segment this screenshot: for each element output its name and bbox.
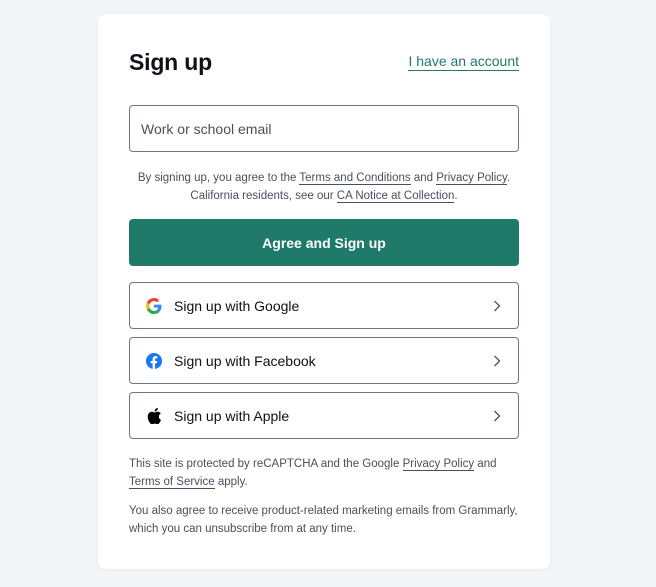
chevron-right-icon xyxy=(491,355,503,367)
google-icon xyxy=(146,297,162,314)
facebook-signup-label: Sign up with Facebook xyxy=(174,352,316,369)
apple-icon xyxy=(146,407,162,424)
google-signup-label: Sign up with Google xyxy=(174,297,300,314)
chevron-right-icon xyxy=(491,300,503,312)
terms-of-service-link[interactable]: Terms of Service xyxy=(129,476,215,489)
marketing-notice: You also agree to receive product-relate… xyxy=(129,505,518,535)
page-title: Sign up xyxy=(129,48,212,75)
facebook-signup-button[interactable]: Sign up with Facebook xyxy=(129,337,519,384)
recaptcha-notice: This site is protected by reCAPTCHA and … xyxy=(129,458,497,489)
facebook-icon xyxy=(146,352,162,369)
privacy-policy-link[interactable]: Privacy Policy xyxy=(436,172,507,185)
terms-link[interactable]: Terms and Conditions xyxy=(299,172,411,185)
apple-signup-button[interactable]: Sign up with Apple xyxy=(129,392,519,439)
terms-notice: By signing up, you agree to the Terms an… xyxy=(137,172,511,203)
google-signup-button[interactable]: Sign up with Google xyxy=(129,282,519,329)
have-account-link[interactable]: I have an account xyxy=(408,53,519,71)
email-field[interactable] xyxy=(129,105,519,152)
apple-signup-label: Sign up with Apple xyxy=(174,407,290,424)
header: Sign up I have an account xyxy=(129,46,519,78)
google-privacy-link[interactable]: Privacy Policy xyxy=(402,458,475,471)
signup-card: Sign up I have an account By signing up,… xyxy=(98,14,550,569)
chevron-right-icon xyxy=(491,410,503,422)
agree-signup-button[interactable]: Agree and Sign up xyxy=(129,219,519,266)
ca-notice-link[interactable]: CA Notice at Collection xyxy=(336,190,455,203)
